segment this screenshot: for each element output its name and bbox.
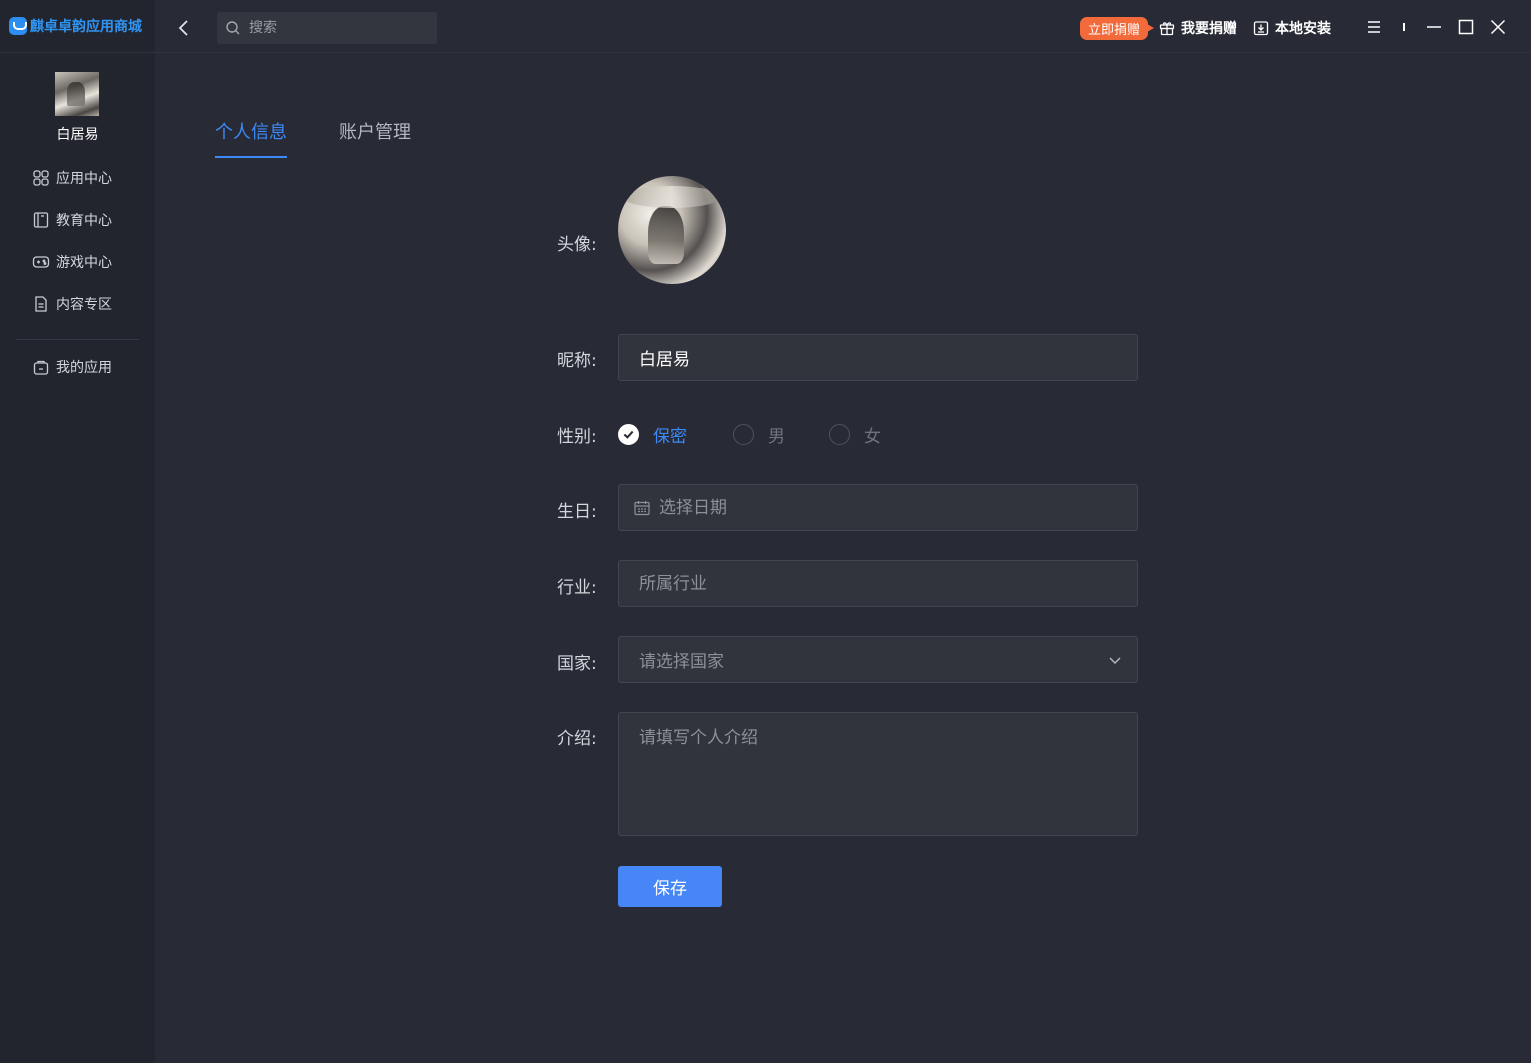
minimize-button[interactable] [1425,18,1443,36]
sidebar-divider [0,52,155,53]
search-input[interactable] [249,20,429,36]
menu-button[interactable] [1365,18,1383,36]
gender-option-secret[interactable]: 保密 [618,423,687,447]
search-icon [225,20,241,36]
close-button[interactable] [1489,18,1507,36]
gift-icon [1159,22,1175,36]
user-name: 白居易 [56,127,99,143]
user-avatar[interactable] [55,72,99,116]
sidebar-item-game-center[interactable]: 游戏中心 [32,251,112,273]
tab-personal-info[interactable]: 个人信息 [215,118,287,158]
apps-grid-icon [32,169,50,187]
radio-unchecked-icon [733,423,754,445]
intro-textarea[interactable] [639,713,1137,835]
sidebar-item-content-zone[interactable]: 内容专区 [32,293,112,315]
gender-option-male[interactable]: 男 [733,423,785,447]
sidebar-item-label: 我的应用 [56,360,112,376]
intro-label: 介绍: [557,729,597,749]
sidebar-nav: 应用中心 教育中心 游戏中心 内容专区 [32,167,112,335]
sidebar-item-label: 内容专区 [56,297,112,313]
sidebar-divider [16,339,139,340]
nickname-label: 昵称: [557,351,597,371]
industry-input[interactable] [639,573,1137,594]
local-install-label: 本地安装 [1275,21,1331,37]
sidebar-item-my-apps[interactable]: 我的应用 [32,356,112,378]
minimize-icon [1427,26,1441,28]
book-icon [32,211,50,229]
gender-option-female[interactable]: 女 [829,423,881,447]
maximize-button[interactable] [1457,18,1475,36]
separator-icon [1403,23,1405,31]
calendar-icon [633,499,651,517]
sidebar-item-label: 教育中心 [56,213,112,229]
industry-label: 行业: [557,578,597,598]
sidebar-nav-secondary: 我的应用 [32,356,112,398]
country-select[interactable]: 请选择国家 [618,636,1138,683]
sidebar-item-education-center[interactable]: 教育中心 [32,209,112,231]
sidebar: 麒卓卓韵应用商城 白居易 应用中心 教育中心 游戏中心 内容专区 我的应用 [0,0,155,1063]
radio-checked-icon [618,423,639,445]
gender-option-label: 保密 [653,426,687,447]
intro-field[interactable] [618,712,1138,836]
app-logo[interactable]: 麒卓卓韵应用商城 [9,16,142,36]
sidebar-item-label: 应用中心 [56,171,112,187]
country-label: 国家: [557,654,597,674]
document-icon [32,295,50,313]
bag-icon [32,358,50,376]
birthday-label: 生日: [557,502,597,522]
gender-option-label: 男 [768,426,785,447]
save-button[interactable]: 保存 [618,866,722,907]
search-box[interactable] [217,12,437,44]
tab-account-management[interactable]: 账户管理 [339,118,411,158]
birthday-picker[interactable] [618,484,1138,531]
logo-icon [9,17,27,35]
gamepad-icon [32,253,50,271]
chevron-down-icon [1107,652,1123,668]
app-logo-text: 麒卓卓韵应用商城 [30,19,142,35]
profile-tabs: 个人信息 账户管理 [215,118,463,158]
donate-label: 我要捐赠 [1181,21,1237,37]
topbar-divider [155,52,1531,53]
nickname-input[interactable] [639,347,1137,368]
birthday-input[interactable] [659,497,1137,518]
chevron-left-icon [178,20,188,36]
sidebar-item-label: 游戏中心 [56,255,112,271]
close-icon [1490,19,1506,35]
radio-unchecked-icon [829,423,850,445]
maximize-icon [1458,19,1474,35]
donate-now-badge[interactable]: 立即捐赠 [1080,17,1155,40]
gender-label: 性别: [557,427,597,447]
donate-button[interactable]: 我要捐赠 [1159,18,1237,38]
avatar-label: 头像: [557,235,597,255]
industry-field[interactable] [618,560,1138,607]
gender-option-label: 女 [864,426,881,447]
local-install-button[interactable]: 本地安装 [1253,18,1331,38]
hamburger-menu-icon [1368,21,1380,33]
profile-avatar[interactable] [618,176,726,284]
country-select-placeholder: 请选择国家 [639,652,724,672]
download-box-icon [1253,21,1269,36]
nickname-field[interactable] [618,334,1138,381]
back-button[interactable] [174,17,194,39]
sidebar-item-app-center[interactable]: 应用中心 [32,167,112,189]
window-divider [1395,18,1413,36]
